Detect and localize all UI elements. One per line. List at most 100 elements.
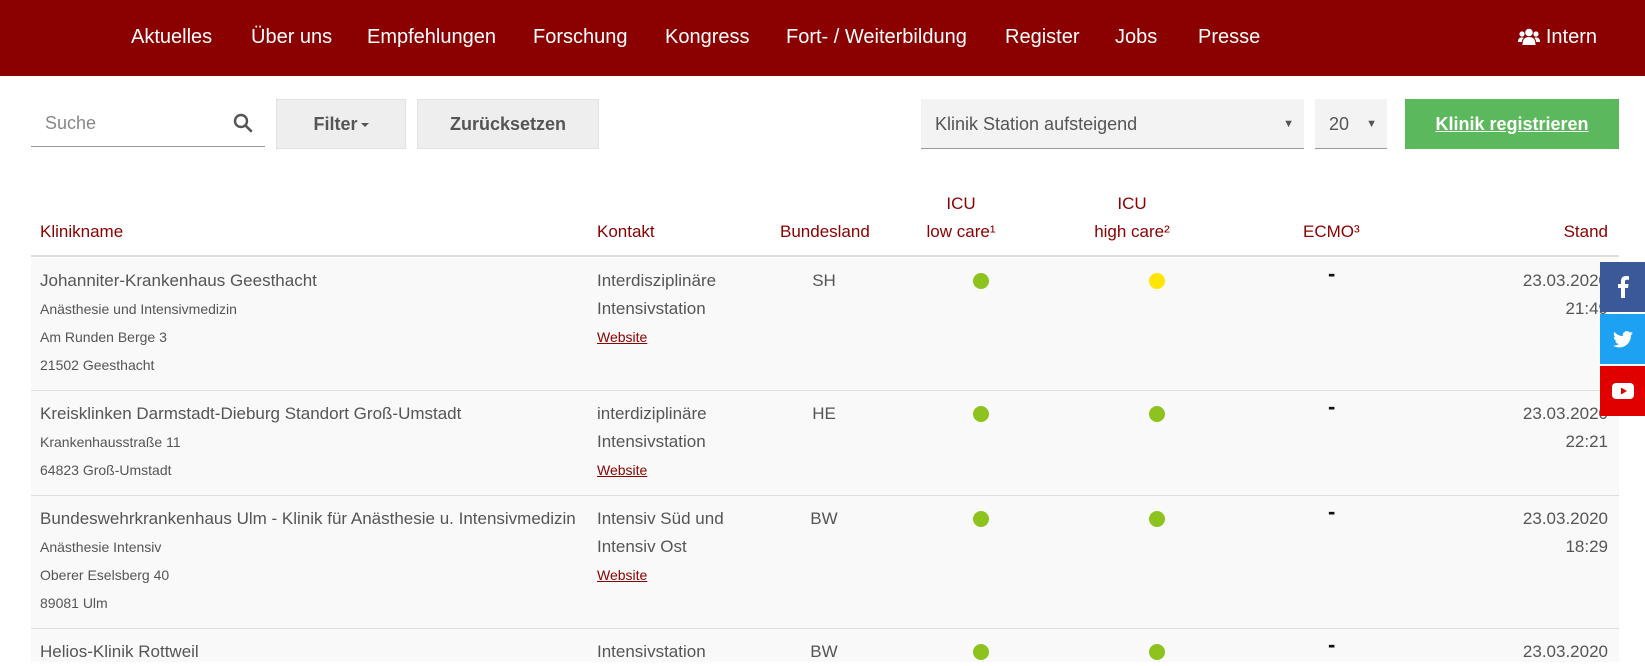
- header-icu-high-line1: ICU: [1117, 194, 1147, 213]
- icu-low-care-status-dot: [973, 644, 989, 660]
- header-bundesland[interactable]: Bundesland: [780, 218, 870, 246]
- header-icu-low-line2: low care¹: [926, 222, 996, 241]
- nav-item-fort-weiterbildung[interactable]: Fort- / Weiterbildung: [786, 0, 967, 76]
- clinic-city: 64823 Groß-Umstadt: [40, 462, 172, 478]
- header-icu-high-care[interactable]: ICU high care²: [1077, 190, 1187, 246]
- header-kontakt[interactable]: Kontakt: [597, 218, 655, 246]
- facebook-share-button[interactable]: [1600, 262, 1645, 312]
- nav-item-forschung[interactable]: Forschung: [533, 0, 628, 76]
- clinic-department: Anästhesie Intensiv: [40, 539, 162, 555]
- nav-item-register[interactable]: Register: [1005, 0, 1079, 76]
- contact-info: interdiziplinäre Intensivstation Website: [597, 400, 707, 484]
- clinic-city: 21502 Geesthacht: [40, 357, 155, 373]
- header-icu-low-care[interactable]: ICU low care¹: [911, 190, 1011, 246]
- sort-select[interactable]: Klinik Station aufsteigend ▼: [921, 99, 1304, 149]
- header-ecmo[interactable]: ECMO³: [1303, 218, 1360, 246]
- contact-line: Intensivstation: [597, 299, 706, 318]
- table-row: Kreisklinken Darmstadt-Dieburg Standort …: [31, 391, 1619, 496]
- stand-timestamp: 23.03.2020 22:21: [1523, 400, 1608, 456]
- stand-date: 23.03.2020: [1522, 271, 1608, 290]
- nav-item-jobs[interactable]: Jobs: [1115, 0, 1157, 76]
- clinic-city: 89081 Ulm: [40, 595, 108, 611]
- twitter-share-button[interactable]: [1600, 314, 1645, 364]
- clinic-department: Anästhesie und Intensivmedizin: [40, 301, 237, 317]
- contact-line: Intensiv Ost: [597, 537, 687, 556]
- table-header: Klinikname Kontakt Bundesland ICU low ca…: [31, 180, 1619, 257]
- stand-date: 23.03.2020: [1522, 509, 1608, 528]
- stand-time: 22:21: [1565, 432, 1608, 451]
- ecmo-value: -: [1328, 499, 1336, 524]
- contact-line: interdiziplinäre: [597, 404, 707, 423]
- icu-low-care-status-dot: [973, 406, 989, 422]
- ecmo-value: -: [1328, 394, 1336, 419]
- nav-item-empfehlungen[interactable]: Empfehlungen: [367, 0, 496, 76]
- header-icu-high-line2: high care²: [1094, 222, 1170, 241]
- contact-line: Intensiv Süd und: [597, 509, 724, 528]
- search-icon[interactable]: [233, 113, 253, 133]
- clinic-info: Bundeswehrkrankenhaus Ulm - Klinik für A…: [40, 505, 576, 617]
- ecmo-value: -: [1328, 632, 1336, 657]
- caret-down-icon: [360, 123, 369, 128]
- filter-button[interactable]: Filter: [276, 99, 406, 149]
- stand-timestamp: 23.03.2020 21:49: [1523, 267, 1608, 323]
- dropdown-arrow-icon: ▼: [1366, 118, 1377, 130]
- table-row: Helios-Klinik Rottweil Intensivstation B…: [31, 629, 1619, 662]
- table-row: Johanniter-Krankenhaus Geesthacht Anästh…: [31, 258, 1619, 391]
- sort-select-value: Klinik Station aufsteigend: [935, 114, 1138, 134]
- nav-item-ueber-uns[interactable]: Über uns: [251, 0, 332, 76]
- clinic-name: Johanniter-Krankenhaus Geesthacht: [40, 271, 317, 290]
- nav-item-aktuelles[interactable]: Aktuelles: [131, 0, 212, 76]
- clinic-street: Krankenhausstraße 11: [40, 434, 181, 450]
- top-navigation: Aktuelles Über uns Empfehlungen Forschun…: [0, 0, 1645, 76]
- clinic-name: Bundeswehrkrankenhaus Ulm - Klinik für A…: [40, 509, 576, 528]
- ecmo-value: -: [1328, 261, 1336, 286]
- stand-time: 18:29: [1565, 537, 1608, 556]
- reset-button[interactable]: Zurücksetzen: [417, 99, 599, 149]
- nav-item-kongress[interactable]: Kongress: [665, 0, 750, 76]
- contact-info: Interdisziplinäre Intensivstation Websit…: [597, 267, 716, 351]
- header-klinikname[interactable]: Klinikname: [40, 218, 123, 246]
- website-link[interactable]: Website: [597, 561, 724, 589]
- per-page-value: 20: [1329, 114, 1350, 134]
- header-stand[interactable]: Stand: [1564, 218, 1608, 246]
- icu-high-care-status-dot: [1149, 406, 1165, 422]
- bundesland: BW: [810, 509, 838, 528]
- youtube-icon: [1611, 383, 1634, 399]
- nav-item-intern[interactable]: Intern: [1517, 0, 1597, 76]
- icu-high-care-status-dot: [1149, 511, 1165, 527]
- header-icu-low-line1: ICU: [946, 194, 976, 213]
- clinic-info: Kreisklinken Darmstadt-Dieburg Standort …: [40, 400, 461, 484]
- stand-date: 23.03.2020: [1522, 404, 1608, 423]
- search-input[interactable]: [45, 111, 225, 135]
- icu-high-care-status-dot: [1149, 273, 1165, 289]
- icu-low-care-status-dot: [973, 273, 989, 289]
- contact-info: Intensiv Süd und Intensiv Ost Website: [597, 505, 724, 589]
- intern-label: Intern: [1545, 26, 1597, 48]
- icu-high-care-status-dot: [1149, 644, 1165, 660]
- clinic-name: Kreisklinken Darmstadt-Dieburg Standort …: [40, 404, 462, 423]
- users-icon: [1517, 28, 1540, 45]
- per-page-select[interactable]: 20 ▼: [1315, 99, 1387, 149]
- contact-line: Intensivstation: [597, 432, 706, 451]
- nav-item-presse[interactable]: Presse: [1198, 0, 1260, 76]
- register-clinic-button[interactable]: Klinik registrieren: [1405, 99, 1619, 149]
- contact-line: Interdisziplinäre: [597, 271, 717, 290]
- icu-low-care-status-dot: [973, 511, 989, 527]
- website-link[interactable]: Website: [597, 456, 707, 484]
- twitter-icon: [1612, 330, 1633, 347]
- stand-time: 21:49: [1565, 299, 1608, 318]
- register-clinic-label: Klinik registrieren: [1435, 114, 1589, 134]
- facebook-icon: [1617, 276, 1629, 298]
- bundesland: HE: [812, 404, 836, 423]
- clinic-street: Am Runden Berge 3: [40, 329, 167, 345]
- clinic-info: Johanniter-Krankenhaus Geesthacht Anästh…: [40, 267, 317, 379]
- search-box: [31, 99, 265, 147]
- bundesland: SH: [812, 271, 836, 290]
- reset-label: Zurücksetzen: [449, 114, 567, 134]
- stand-timestamp: 23.03.2020 18:29: [1523, 505, 1608, 561]
- table-row: Bundeswehrkrankenhaus Ulm - Klinik für A…: [31, 496, 1619, 629]
- clinic-street: Oberer Eselsberg 40: [40, 567, 170, 583]
- youtube-share-button[interactable]: [1600, 366, 1645, 416]
- filter-label: Filter: [313, 114, 358, 134]
- website-link[interactable]: Website: [597, 323, 716, 351]
